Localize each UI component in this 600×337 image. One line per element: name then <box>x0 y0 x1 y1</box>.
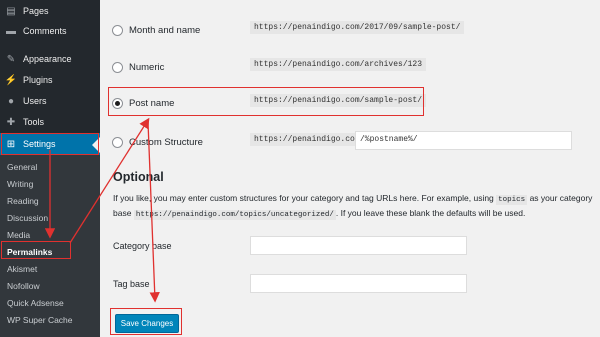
submenu-item-discussion[interactable]: Discussion <box>7 210 48 226</box>
example-url-month-and-name: https://penaindigo.com/2017/09/sample-po… <box>250 21 465 34</box>
tag-base-label: Tag base <box>113 279 150 289</box>
highlight-settings <box>1 133 99 155</box>
option-label: Month and name <box>129 24 201 36</box>
description-text: . If you leave these blank the defaults … <box>335 208 526 218</box>
tools-icon: ✚ <box>6 116 16 128</box>
menu-item-label: Plugins <box>23 75 53 85</box>
plugins-icon: ⚡ <box>4 74 18 86</box>
comments-icon: ▬ <box>6 25 16 37</box>
description-code-topics: topics <box>496 195 528 205</box>
submenu-item-quick-adsense[interactable]: Quick Adsense <box>7 295 64 311</box>
submenu-item-nofollow[interactable]: Nofollow <box>7 278 40 294</box>
tag-base-input[interactable] <box>250 274 467 293</box>
menu-item-pages[interactable]: ▤ Pages <box>0 0 100 22</box>
submenu-item-writing[interactable]: Writing <box>7 176 33 192</box>
menu-item-tools[interactable]: ✚ Tools <box>0 111 100 133</box>
example-url-numeric: https://penaindigo.com/archives/123 <box>250 58 427 71</box>
radio-month-and-name[interactable] <box>112 24 123 36</box>
menu-item-users[interactable]: ● Users <box>0 90 100 112</box>
custom-structure-input[interactable]: /%postname%/ <box>355 131 572 150</box>
menu-item-comments[interactable]: ▬ Comments <box>0 20 100 42</box>
option-label: Custom Structure <box>129 136 203 148</box>
highlight-post-name <box>108 87 424 116</box>
category-base-input[interactable] <box>250 236 467 255</box>
custom-structure-value: /%postname%/ <box>360 135 418 144</box>
menu-item-label: Users <box>23 96 47 106</box>
optional-heading: Optional <box>113 170 164 184</box>
radio-custom-structure[interactable] <box>112 136 123 148</box>
menu-item-label: Pages <box>23 6 49 16</box>
users-icon: ● <box>7 95 15 107</box>
submenu-item-general[interactable]: General <box>7 159 37 175</box>
optional-description: If you like, you may enter custom struct… <box>113 192 595 222</box>
menu-item-label: Appearance <box>23 54 72 64</box>
highlight-save-button <box>110 308 182 335</box>
menu-item-label: Tools <box>23 117 45 127</box>
option-month-and-name[interactable]: Month and name <box>112 20 200 40</box>
menu-item-plugins[interactable]: ⚡ Plugins <box>0 69 100 91</box>
option-numeric[interactable]: Numeric <box>112 57 164 77</box>
custom-structure-base-url: https://penaindigo.com <box>250 133 364 146</box>
option-label: Numeric <box>129 61 165 73</box>
option-custom-structure[interactable]: Custom Structure <box>112 132 203 152</box>
submenu-item-akismet[interactable]: Akismet <box>7 261 37 277</box>
radio-numeric[interactable] <box>112 61 123 73</box>
menu-item-label: Comments <box>23 26 67 36</box>
description-code-url: https://penaindigo.com/topics/uncategori… <box>133 210 336 220</box>
pages-icon: ▤ <box>6 5 16 17</box>
submenu-item-reading[interactable]: Reading <box>7 193 39 209</box>
submenu-item-wp-super-cache[interactable]: WP Super Cache <box>7 312 73 328</box>
appearance-icon: ✎ <box>6 53 16 65</box>
admin-sidebar: ▤ Pages ▬ Comments ✎ Appearance ⚡ Plugin… <box>0 0 100 337</box>
menu-item-appearance[interactable]: ✎ Appearance <box>0 48 100 70</box>
category-base-label: Category base <box>113 241 172 251</box>
highlight-permalinks <box>1 241 71 259</box>
description-text: If you like, you may enter custom struct… <box>113 193 494 203</box>
